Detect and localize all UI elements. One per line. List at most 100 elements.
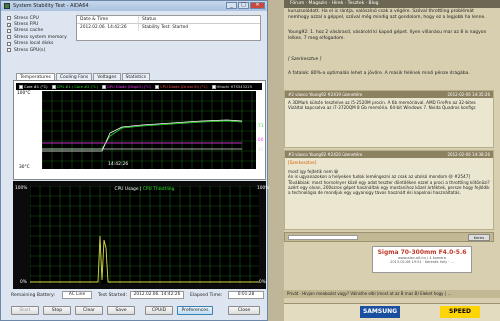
- legend-checkbox[interactable]: [51, 84, 56, 89]
- checkbox[interactable]: [7, 16, 11, 21]
- legend-item[interactable]: Core #1 (°C): [19, 84, 48, 89]
- forum-post-1-text: A fatalok: 80%-a optimalán lehet a jövőr…: [288, 71, 470, 76]
- stop-button[interactable]: Stop: [43, 306, 71, 315]
- test-started-value: 2012.02.06. 14:42:26: [130, 291, 184, 299]
- maximize-button[interactable]: □: [238, 2, 249, 9]
- temperature-chart: 14:42:26: [41, 90, 256, 169]
- cpu-usage-title: CPU Usage: [114, 187, 139, 192]
- window-titlebar[interactable]: System Stability Test - AIDA64 _ □ ✕: [1, 1, 267, 11]
- temp-y-min: 30°C: [19, 165, 30, 170]
- status-value: Stability Test: Started: [142, 25, 189, 30]
- stress-options: Stress CPU ✓ Stress FPU Stress cache Stress …: [7, 15, 67, 53]
- test-started-label: Test Started:: [98, 293, 128, 298]
- checkbox[interactable]: [7, 28, 11, 33]
- legend-checkbox[interactable]: [19, 84, 23, 89]
- forum-sig-1: [ Szerkesztve ]: [288, 57, 322, 62]
- cpuid-button[interactable]: CPUID: [145, 306, 173, 315]
- legend-label: Hitachi HTS543225: [216, 84, 253, 89]
- stress-option-label: Stress GPU(s): [14, 47, 46, 53]
- window-title: System Stability Test - AIDA64: [13, 3, 89, 9]
- legend-checkbox[interactable]: [101, 84, 106, 89]
- close-button[interactable]: Close: [228, 306, 260, 315]
- ad-title: Sigma 70-300mm F4.0-5.6: [377, 249, 467, 256]
- preferences-button[interactable]: Preferences: [177, 306, 213, 315]
- cpu-usage-line: [30, 235, 259, 283]
- forum-bottom-bar: Privát · Hívjon meaboóst vagy? Válrathe …: [284, 290, 500, 298]
- temp-current-value: 60: [258, 138, 264, 143]
- window-divider: [268, 0, 284, 321]
- cpu-y-min-left: 0%: [20, 280, 27, 285]
- forum-post-2-author[interactable]: #2 vlasco Young92 #2419 üzenetére: [288, 91, 362, 98]
- stress-option-label: Stress CPU: [14, 15, 39, 21]
- cpu-y-min-right: 0%: [259, 280, 266, 285]
- stress-option-label: Stress system memory: [14, 34, 67, 40]
- status-date: 2012.02.06. 14:42:26: [77, 24, 139, 31]
- stress-option[interactable]: Stress system memory: [7, 34, 67, 40]
- forum-post-3-author[interactable]: #3 vlasco Young92 #2420 üzenetére: [288, 151, 362, 158]
- forum-post-3-edited: [Szerkesztve]: [288, 160, 317, 165]
- app-icon: [4, 3, 10, 9]
- forum-post-3-text: most így fejtetik nem 😀 én is ugyanazoko…: [288, 169, 490, 196]
- date-time-header: Date & Time: [77, 16, 139, 23]
- elapsed-value: 0:01:28: [228, 291, 264, 299]
- ad-subtitle-2: 2013-02-06 19:51 · Keresés hely · ...: [390, 260, 454, 264]
- legend-item[interactable]: CPU Diode (DriverIO) (°C): [155, 84, 208, 89]
- speed-logo[interactable]: SPEED: [440, 306, 480, 318]
- legend-label: CPU Diode (DriverIO) (°C): [160, 84, 208, 89]
- cpu-throttling-title: CPU Throttling: [142, 187, 175, 192]
- checkbox[interactable]: [7, 48, 11, 53]
- tab-voltages[interactable]: Voltages: [93, 73, 121, 80]
- checkbox[interactable]: [7, 35, 11, 40]
- stability-test-window: System Stability Test - AIDA64 _ □ ✕ Str…: [0, 0, 270, 321]
- forum-search-bar: Keres: [284, 232, 494, 242]
- start-button[interactable]: Start: [11, 306, 39, 315]
- legend-label: CPU #1 / Core #2 (°C): [56, 84, 98, 89]
- forum-post-2-date: 2012-02-06 14:35:26: [447, 92, 490, 97]
- samsung-logo[interactable]: SAMSUNG: [360, 306, 400, 318]
- legend-item[interactable]: Hitachi HTS543225: [211, 84, 253, 89]
- forum-search-field[interactable]: [288, 235, 358, 240]
- stress-option-label: Stress local disks: [14, 41, 54, 47]
- forum-post-2-text: A 3DMark külsőn tesztelve az i5-2520M pr…: [288, 100, 477, 111]
- forum-post-3-date: 2012-02-06 14:38:26: [447, 152, 490, 157]
- forum-post-2: #2 vlasco Young92 #2419 üzenetére 2012-0…: [284, 90, 494, 148]
- status-grid: Date & Time Status 2012.02.06. 14:42:26 …: [76, 15, 261, 41]
- info-bar: Remaining Battery: AC Line Test Started:…: [6, 291, 266, 301]
- stress-option[interactable]: Stress GPU(s): [7, 47, 67, 53]
- temp-current-value: 71: [258, 124, 264, 129]
- tab-cooling-fans[interactable]: Cooling Fans: [55, 73, 93, 80]
- forum-young-text: Young92: 1. hoz 2 vásárasd, vásárold ki …: [288, 30, 487, 41]
- temp-current-value: 45: [258, 148, 264, 153]
- forum-post-2-header: #2 vlasco Young92 #2419 üzenetére 2012-0…: [285, 91, 493, 98]
- tab-statistics[interactable]: Statistics: [121, 73, 151, 80]
- save-button[interactable]: Save: [107, 306, 135, 315]
- cpu-y-max-right: 100%: [257, 186, 270, 191]
- minimize-button[interactable]: _: [226, 2, 237, 9]
- sigma-advertisement[interactable]: Sigma 70-300mm F4.0-5.6 www.alzo-olt.hu …: [372, 246, 472, 273]
- battery-value: AC Line: [62, 291, 92, 299]
- cpu-grid: [29, 185, 259, 284]
- forum-top-links[interactable]: Fórum · Magazin · Hírek · Tesztek · Blog: [290, 0, 378, 8]
- stress-option-label: Stress FPU: [14, 22, 39, 28]
- elapsed-label: Elapsed Time:: [190, 293, 223, 298]
- forum-search-button[interactable]: Keres: [468, 234, 490, 241]
- clear-button[interactable]: Clear: [75, 306, 103, 315]
- chart-tabs: Temperatures Cooling Fans Voltages Stati…: [16, 73, 151, 80]
- cpu-chart-title: CPU Usage | CPU Throttling: [30, 186, 259, 193]
- close-window-button[interactable]: ✕: [250, 2, 265, 9]
- legend-item[interactable]: GPU Diode (DispIO) (°C): [101, 84, 152, 89]
- temperature-chart-svg: 14:42:26: [41, 90, 256, 169]
- checkbox[interactable]: [7, 41, 11, 46]
- legend-checkbox[interactable]: [211, 84, 216, 89]
- legend-item[interactable]: CPU #1 / Core #2 (°C): [51, 84, 98, 89]
- button-row: Start Stop Clear Save CPUID Preferences …: [6, 306, 266, 316]
- cpu-usage-chart: [29, 185, 259, 284]
- tab-temperatures[interactable]: Temperatures: [16, 73, 55, 80]
- legend-label: GPU Diode (DispIO) (°C): [106, 84, 152, 89]
- status-header: Status: [142, 17, 157, 22]
- battery-label: Remaining Battery:: [11, 293, 56, 298]
- forum-top-text: kuruzsolódott. Ha el is rántja, valószín…: [288, 9, 486, 20]
- forum-post-3-header: #3 vlasco Young92 #2420 üzenetére 2012-0…: [285, 151, 493, 158]
- legend-checkbox[interactable]: [155, 84, 160, 89]
- checkbox[interactable]: ✓: [7, 22, 11, 27]
